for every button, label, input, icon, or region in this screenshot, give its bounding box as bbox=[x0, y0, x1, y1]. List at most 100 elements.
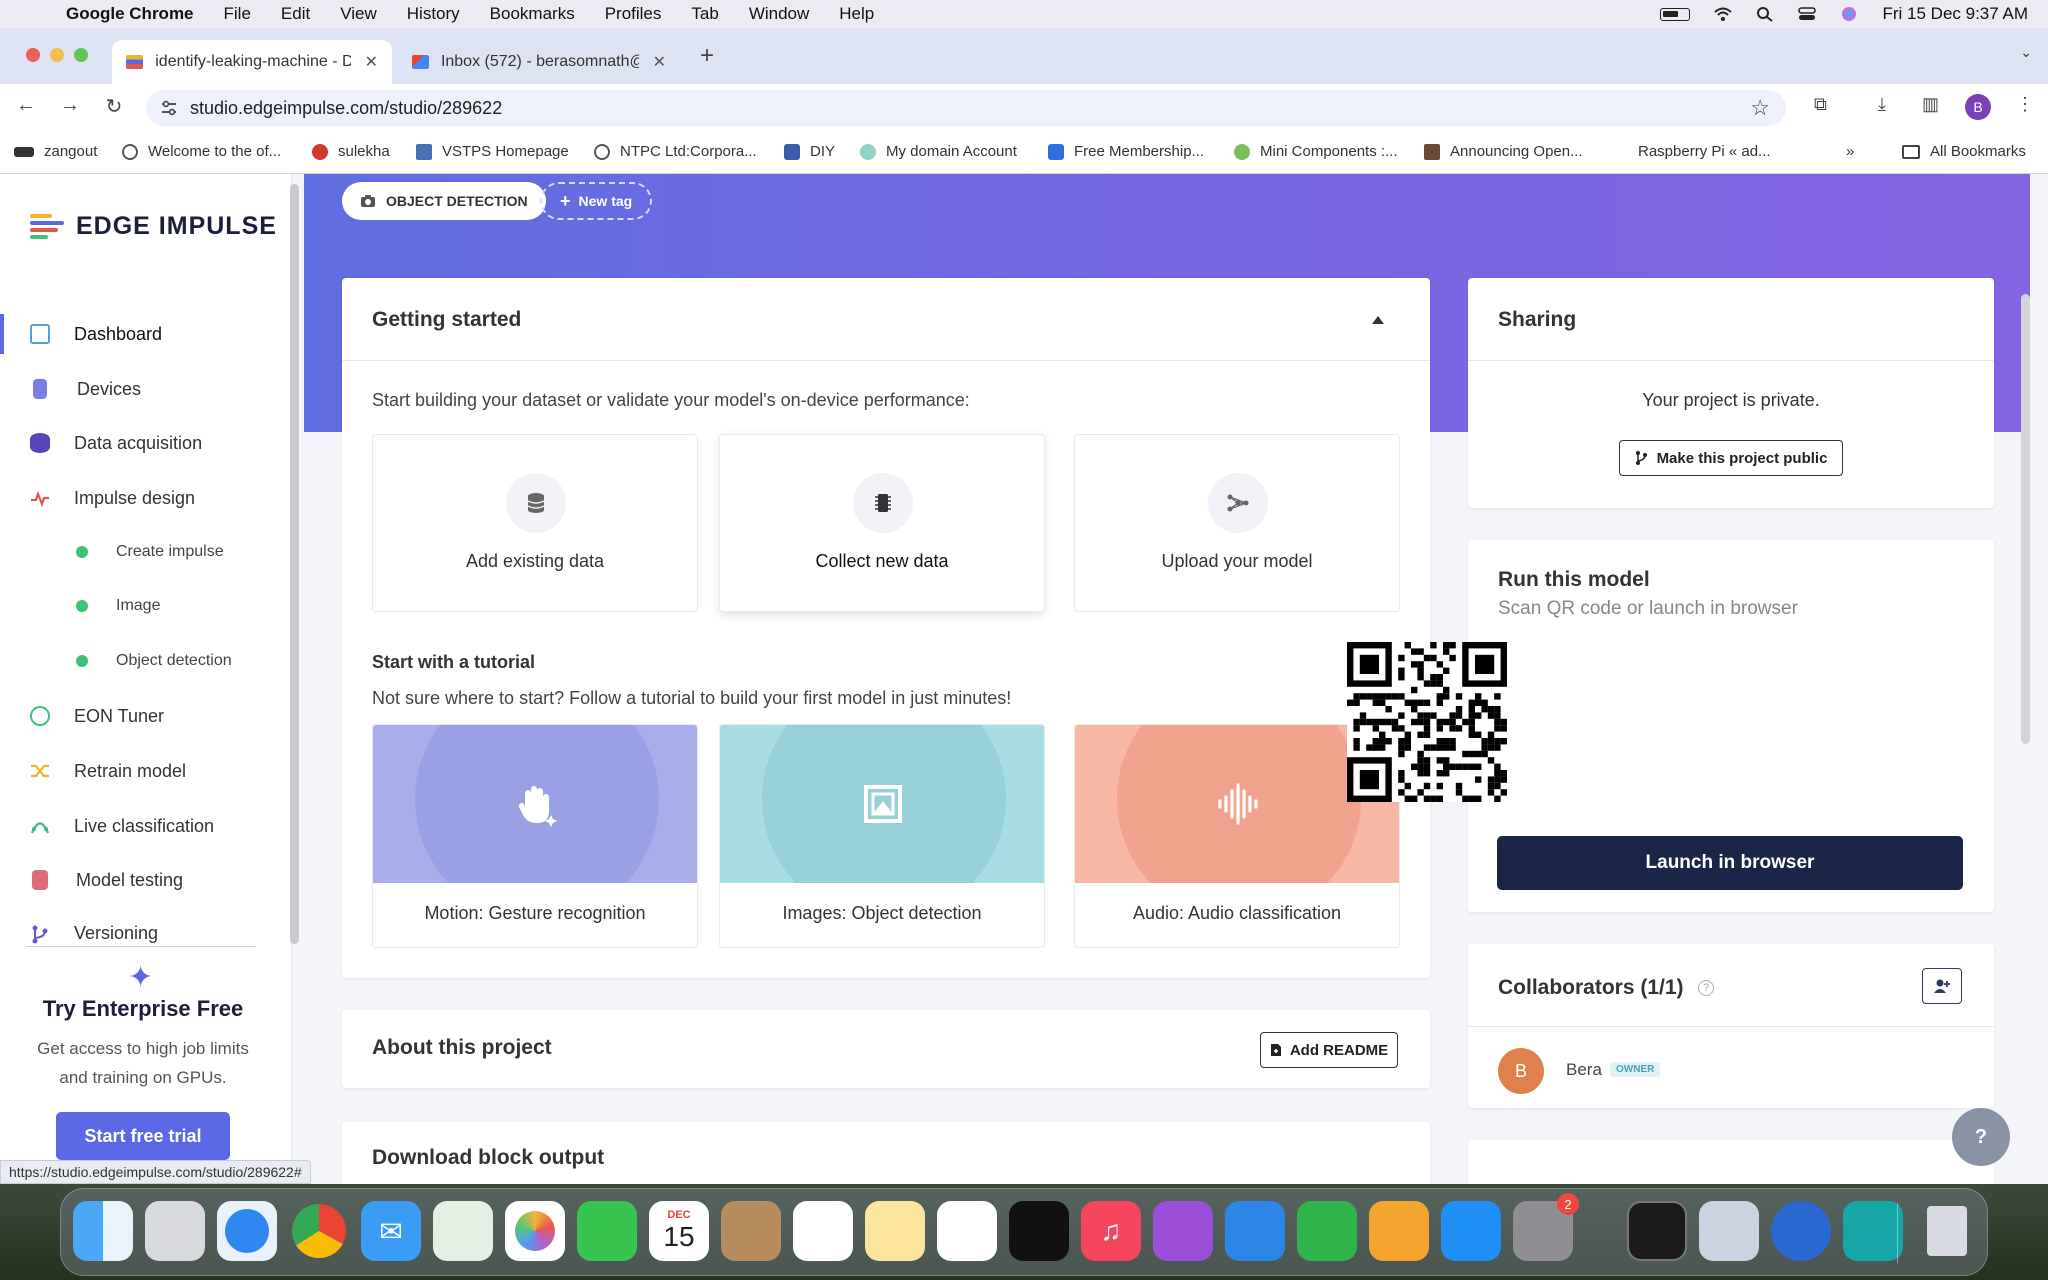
chevron-down-icon[interactable]: ⌄ bbox=[2020, 44, 2032, 61]
site-settings-icon[interactable] bbox=[160, 99, 178, 117]
add-existing-data-option[interactable]: Add existing data bbox=[372, 434, 698, 612]
launch-in-browser-button[interactable]: Launch in browser bbox=[1497, 836, 1963, 890]
launchpad-icon[interactable] bbox=[145, 1201, 205, 1261]
apple-tv-icon[interactable] bbox=[1009, 1201, 1069, 1261]
battery-icon[interactable] bbox=[1660, 7, 1691, 21]
start-free-trial-button[interactable]: Start free trial bbox=[56, 1112, 230, 1160]
menu-profiles[interactable]: Profiles bbox=[605, 4, 662, 24]
sidebar-scrollbar[interactable] bbox=[290, 184, 299, 944]
reload-icon[interactable]: ↻ bbox=[100, 94, 128, 119]
tutorial-object-detection[interactable]: Images: Object detection bbox=[719, 724, 1045, 948]
all-bookmarks[interactable]: All Bookmarks bbox=[1902, 143, 2026, 160]
bookmark-item[interactable]: Welcome to the of... bbox=[122, 143, 281, 160]
app-store-icon[interactable] bbox=[1441, 1201, 1501, 1261]
system-settings-icon[interactable]: 2 bbox=[1513, 1193, 1579, 1261]
facetime-icon[interactable] bbox=[577, 1201, 637, 1261]
reminders-icon[interactable] bbox=[793, 1201, 853, 1261]
sidebar-subitem-object-detection[interactable]: Object detection bbox=[0, 643, 286, 679]
trash-icon[interactable] bbox=[1917, 1201, 1977, 1261]
download-icon[interactable]: ⤓ bbox=[1878, 94, 1886, 115]
upload-your-model-option[interactable]: Upload your model bbox=[1074, 434, 1400, 612]
collapse-caret-icon[interactable] bbox=[1372, 316, 1384, 324]
contacts-icon[interactable] bbox=[721, 1201, 781, 1261]
music-icon[interactable]: ♫ bbox=[1081, 1201, 1141, 1261]
address-bar[interactable]: studio.edgeimpulse.com/studio/289622 ☆ bbox=[146, 90, 1786, 126]
bookmark-item[interactable]: Mini Components :... bbox=[1234, 143, 1398, 160]
make-public-button[interactable]: Make this project public bbox=[1619, 440, 1843, 476]
menubar-datetime[interactable]: Fri 15 Dec 9:37 AM bbox=[1882, 4, 2028, 24]
sidebar-item-dashboard[interactable]: Dashboard bbox=[0, 314, 286, 354]
menu-file[interactable]: File bbox=[224, 4, 251, 24]
safari-icon[interactable] bbox=[217, 1201, 277, 1261]
menu-tab[interactable]: Tab bbox=[691, 4, 718, 24]
profile-avatar[interactable]: B bbox=[1965, 94, 1991, 120]
forward-icon[interactable]: → bbox=[56, 94, 84, 117]
url-text[interactable]: studio.edgeimpulse.com/studio/289622 bbox=[190, 98, 502, 119]
sidebar-subitem-image[interactable]: Image bbox=[0, 588, 286, 624]
control-center-icon[interactable] bbox=[1798, 6, 1817, 22]
bookmark-item[interactable]: My domain Account bbox=[860, 143, 1017, 160]
maps-icon[interactable] bbox=[433, 1201, 493, 1261]
new-tag-button[interactable]: + New tag bbox=[540, 182, 653, 220]
menu-window[interactable]: Window bbox=[749, 4, 809, 24]
sidebar-item-impulse-design[interactable]: Impulse design bbox=[0, 478, 286, 518]
help-button[interactable]: ? bbox=[1952, 1108, 2010, 1166]
photos-icon[interactable] bbox=[505, 1201, 565, 1261]
terminal-icon[interactable] bbox=[1627, 1201, 1687, 1261]
bookmark-item[interactable]: Free Membership... bbox=[1048, 143, 1204, 160]
bookmark-item[interactable]: Announcing Open... bbox=[1424, 143, 1583, 160]
sidebar-item-eon-tuner[interactable]: EON Tuner bbox=[0, 696, 286, 736]
new-tab-icon[interactable]: + bbox=[700, 42, 714, 70]
menu-app-name[interactable]: Google Chrome bbox=[66, 4, 194, 24]
chrome-icon[interactable] bbox=[289, 1201, 349, 1261]
xcode-icon[interactable] bbox=[1771, 1201, 1831, 1261]
minimize-window-button[interactable] bbox=[50, 48, 64, 62]
keynote-icon[interactable] bbox=[1225, 1201, 1285, 1261]
podcasts-icon[interactable] bbox=[1153, 1201, 1213, 1261]
add-readme-button[interactable]: Add README bbox=[1260, 1032, 1398, 1068]
main-scrollbar[interactable] bbox=[2021, 294, 2030, 744]
edge-impulse-logo[interactable]: EDGE IMPULSE bbox=[30, 212, 277, 241]
freeform-icon[interactable] bbox=[937, 1201, 997, 1261]
add-collaborator-button[interactable] bbox=[1922, 968, 1962, 1004]
bookmarks-overflow-icon[interactable]: » bbox=[1846, 143, 1854, 160]
preview-icon[interactable] bbox=[1699, 1201, 1759, 1261]
spotlight-search-icon[interactable] bbox=[1756, 6, 1774, 22]
bookmark-item[interactable]: VSTPS Homepage bbox=[416, 143, 569, 160]
bookmark-item[interactable]: zangout bbox=[14, 143, 97, 160]
sidebar-item-devices[interactable]: Devices bbox=[0, 369, 286, 409]
calendar-icon[interactable]: DEC 15 bbox=[649, 1201, 709, 1261]
bookmark-item[interactable]: DIY bbox=[784, 143, 835, 160]
more-menu-icon[interactable]: ⋮ bbox=[2016, 94, 2034, 115]
zoom-window-button[interactable] bbox=[74, 48, 88, 62]
tab-edge-impulse[interactable]: identify-leaking-machine - Da ✕ bbox=[112, 40, 392, 84]
tab-gmail[interactable]: Inbox (572) - berasomnath@g ✕ bbox=[398, 40, 680, 84]
menu-history[interactable]: History bbox=[407, 4, 460, 24]
tutorial-gesture-recognition[interactable]: Motion: Gesture recognition bbox=[372, 724, 698, 948]
close-window-button[interactable] bbox=[26, 48, 40, 62]
sidebar-item-versioning[interactable]: Versioning bbox=[0, 914, 286, 944]
numbers-icon[interactable] bbox=[1297, 1201, 1357, 1261]
siri-icon[interactable] bbox=[1840, 6, 1858, 22]
menu-view[interactable]: View bbox=[340, 4, 377, 24]
close-tab-icon[interactable]: ✕ bbox=[653, 52, 666, 72]
extensions-icon[interactable]: ⧉ bbox=[1814, 94, 1827, 115]
pages-icon[interactable] bbox=[1369, 1201, 1429, 1261]
bookmark-item[interactable]: Raspberry Pi « ad... bbox=[1638, 143, 1771, 160]
sidebar-subitem-create-impulse[interactable]: Create impulse bbox=[0, 534, 286, 570]
close-tab-icon[interactable]: ✕ bbox=[365, 52, 378, 72]
finder-icon[interactable] bbox=[73, 1201, 133, 1261]
help-icon[interactable]: ? bbox=[1698, 980, 1714, 996]
sidebar-item-live-classification[interactable]: Live classification bbox=[0, 806, 286, 846]
notes-icon[interactable] bbox=[865, 1201, 925, 1261]
side-panel-icon[interactable]: ▥ bbox=[1922, 94, 1939, 115]
wifi-icon[interactable] bbox=[1714, 6, 1733, 22]
bookmark-star-icon[interactable]: ☆ bbox=[1750, 95, 1770, 121]
back-icon[interactable]: ← bbox=[12, 94, 40, 117]
menu-help[interactable]: Help bbox=[839, 4, 874, 24]
bookmark-item[interactable]: NTPC Ltd:Corpora... bbox=[594, 143, 757, 160]
menu-edit[interactable]: Edit bbox=[281, 4, 310, 24]
sidebar-item-model-testing[interactable]: Model testing bbox=[0, 860, 286, 900]
project-tag[interactable]: OBJECT DETECTION bbox=[342, 182, 546, 220]
sidebar-item-retrain-model[interactable]: Retrain model bbox=[0, 751, 286, 791]
